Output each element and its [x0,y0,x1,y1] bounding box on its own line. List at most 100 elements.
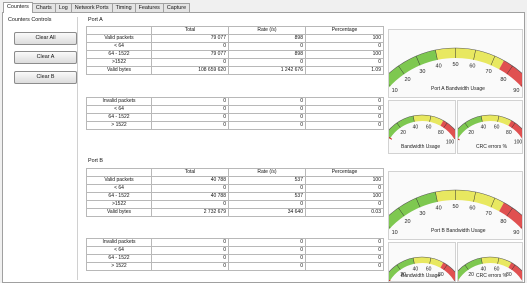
counters-panel: Counters Controls Clear All Clear A Clea… [2,12,525,283]
total-cell: 0 [151,184,229,193]
percentage-cell: 0 [305,246,384,255]
gauge-tick-label: 60 [494,267,500,273]
clear-a-button[interactable]: Clear A [14,51,77,64]
table-row: >1522 0 0 0 [86,58,384,67]
percentage-cell: 0 [305,58,384,67]
gauge-tick-label: 30 [419,69,425,75]
row-label: >1522 [86,58,152,67]
header-percentage: Percentage [305,168,384,177]
port-a-bandwidth-label: Port A Bandwidth Usage [431,86,485,92]
gauge-tick-label: 80 [500,77,506,83]
percentage-cell: 0 [305,105,384,114]
gauge-tick-label: 50 [452,62,458,68]
rate-cell: 0 [228,113,306,122]
gauge-tick-label: 90 [513,230,519,236]
table-header-row: Total Rate (/s) Percentage [86,26,384,35]
percentage-cell: 100 [305,192,384,201]
header-total: Total [151,26,229,35]
table-row: 64 - 1522 40 788 537 100 [86,192,384,201]
table-row: 64 - 1522 79 077 898 100 [86,50,384,59]
gauge-tick-label: 40 [481,125,487,131]
gauge-tick-label: 40 [413,267,419,273]
total-cell: 0 [151,113,229,122]
row-label: 64 - 1522 [86,254,152,263]
rate-cell: 0 [228,105,306,114]
gauge-tick-label: 40 [436,64,442,70]
port-b-crc-gauge: 20406080100 CRC errors % [457,242,523,282]
port-a-bandwidth-gauge: 0102030405060708090100 Port A Bandwidth … [388,29,523,98]
table-row: < 64 0 0 0 [86,42,384,51]
percentage-cell: 100 [305,176,384,185]
rate-cell: 1 242 676 [228,66,306,75]
clear-b-button[interactable]: Clear B [14,71,77,84]
tab-counters[interactable]: Counters [3,2,33,13]
gauge-tick-label: 20 [468,130,474,136]
rate-cell: 0 [228,238,306,247]
gauge-tick-label: 70 [486,211,492,217]
percentage-cell: 0 [305,184,384,193]
gauge-tick-label: 80 [438,130,444,136]
port-b-invalid-table: Invalid packets 0 0 0 < 64 0 0 0 64 - 1522 0 0 0 > 1… [86,238,384,271]
total-cell: 0 [151,58,229,67]
table-row: Invalid packets 0 0 0 [86,238,384,247]
row-label: Valid bytes [86,208,152,217]
percentage-cell: 0 [305,97,384,106]
rate-cell: 0 [228,58,306,67]
row-label: Valid bytes [86,66,152,75]
table-row: 64 - 1522 0 0 0 [86,254,384,263]
port-b-valid-table: Total Rate (/s) Percentage Valid packets… [86,168,384,217]
percentage-cell: 0 [305,262,384,271]
total-cell: 0 [151,121,229,130]
port-b-bandwidth-label: Port B Bandwidth Usage [431,228,486,234]
gauge-tick-label: 20 [404,219,410,225]
percentage-cell: 0 [305,113,384,122]
gauge-tick-label: 70 [486,69,492,75]
rate-cell: 0 [228,184,306,193]
gauge-tick-label: 60 [426,267,432,273]
table-row: < 64 0 0 0 [86,246,384,255]
port-a-title: Port A [88,17,103,23]
percentage-cell: 0.03 [305,208,384,217]
row-label: < 64 [86,184,152,193]
counters-controls: Counters Controls Clear All Clear A Clea… [6,17,78,280]
gauge-tick-label: 60 [426,125,432,131]
row-label: Invalid packets [86,97,152,106]
gauge-tick-label: 60 [469,64,475,70]
total-cell: 0 [151,97,229,106]
header-rate: Rate (/s) [228,168,306,177]
rate-cell: 0 [228,246,306,255]
gauge-tick-label: 40 [436,206,442,212]
total-cell: 0 [151,262,229,271]
gauge-tick-label: 40 [481,267,487,273]
row-label: < 64 [86,105,152,114]
table-header-row: Total Rate (/s) Percentage [86,168,384,177]
total-cell: 0 [151,238,229,247]
table-row: > 1522 0 0 0 [86,121,384,130]
gauge-tick-label: 10 [392,230,398,236]
header-total: Total [151,168,229,177]
gauge-tick-label: 90 [513,88,519,94]
total-cell: 0 [151,42,229,51]
row-label: > 1522 [86,121,152,130]
rate-cell: 537 [228,176,306,185]
table-row: > 1522 0 0 0 [86,262,384,271]
row-label: 64 - 1522 [86,113,152,122]
clear-all-button[interactable]: Clear All [14,32,77,45]
percentage-cell: 0 [305,42,384,51]
port-a-small-bandwidth-gauge: 20 40 60 80 100 Bandwidth Usage [388,100,456,154]
table-row: Invalid packets 0 0 0 [86,97,384,106]
table-row: 64 - 1522 0 0 0 [86,113,384,122]
table-row: Valid packets 79 077 898 100 [86,34,384,43]
header-blank [86,26,152,35]
port-b-title: Port B [88,158,103,164]
gauge-tick-label: 20 [468,272,474,278]
rate-cell: 0 [228,200,306,209]
controls-title: Counters Controls [8,17,52,23]
row-label: 64 - 1522 [86,50,152,59]
percentage-cell: 1.09 [305,66,384,75]
row-label: < 64 [86,246,152,255]
rate-cell: 0 [228,262,306,271]
total-cell: 0 [151,254,229,263]
rate-cell: 898 [228,50,306,59]
total-cell: 0 [151,200,229,209]
